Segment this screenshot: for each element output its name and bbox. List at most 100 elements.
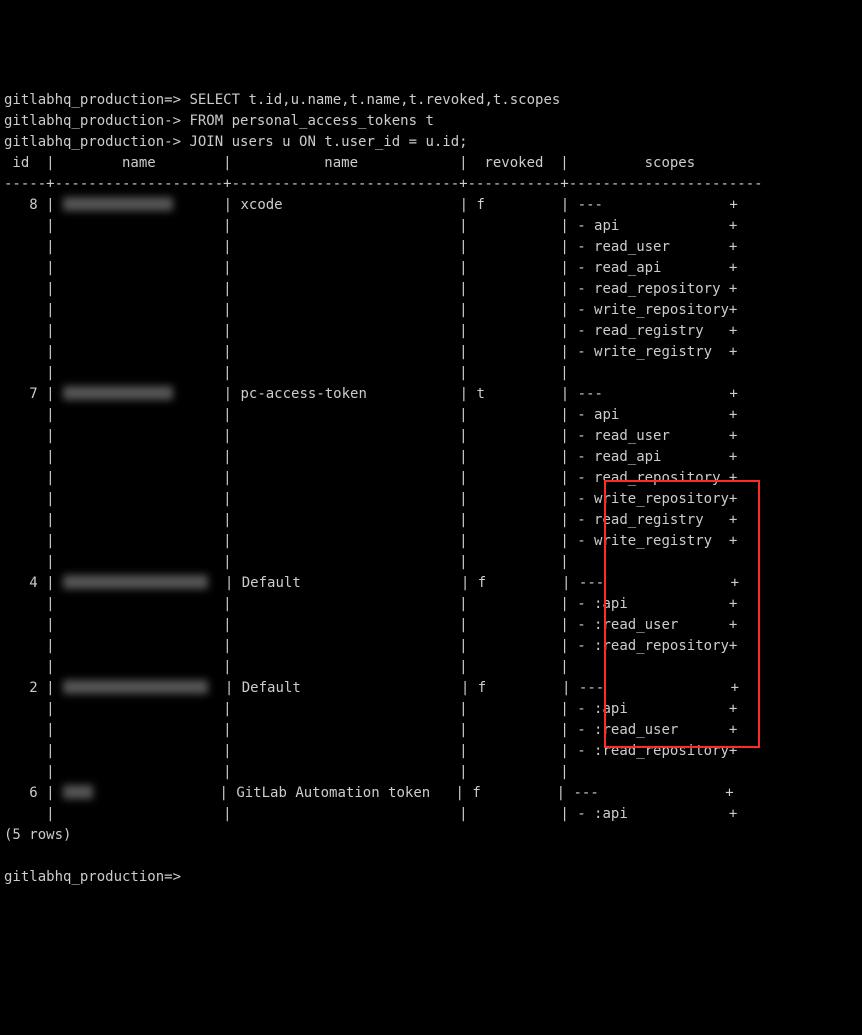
cell-scope: - read_api + (577, 449, 737, 465)
table-divider: -----+--------------------+-------------… (4, 176, 763, 192)
cell-scope: - read_user + (577, 428, 737, 444)
cell-uname (63, 701, 215, 717)
cell-uname (63, 239, 215, 255)
cell-uname (63, 260, 215, 276)
cell-scope: - :read_repository+ (577, 743, 737, 759)
cell-tname (240, 470, 451, 486)
cell-tname: Default (242, 575, 453, 591)
cell-tname (240, 533, 451, 549)
cell-tname: GitLab Automation token (236, 785, 447, 801)
cell-id (4, 323, 38, 339)
cell-tname: xcode (240, 197, 451, 213)
cell-scope: - :api + (577, 701, 737, 717)
cell-id (4, 722, 38, 738)
cell-uname (63, 806, 215, 822)
cell-revoked (476, 428, 552, 444)
cell-id: 2 (4, 680, 38, 696)
cell-uname (63, 512, 215, 528)
cell-scope: --- + (579, 575, 739, 591)
cell-uname: xxxxxx (63, 785, 211, 801)
cell-revoked (476, 470, 552, 486)
cell-scope: - write_repository+ (577, 491, 737, 507)
cell-revoked (476, 218, 552, 234)
cell-scope: - :read_user + (577, 617, 737, 633)
table-row-gap: | | | | (4, 659, 577, 675)
cell-scope: - read_repository + (577, 470, 737, 486)
cell-uname: xxxxxx (63, 680, 216, 696)
cell-tname (240, 512, 451, 528)
cell-id (4, 344, 38, 360)
cell-scope: - read_registry + (577, 323, 737, 339)
cell-revoked (476, 701, 552, 717)
cell-scope: --- + (574, 785, 734, 801)
cell-scope: --- + (579, 680, 739, 696)
cell-revoked (476, 239, 552, 255)
cell-tname (240, 722, 451, 738)
cell-tname (240, 596, 451, 612)
cell-tname (240, 743, 451, 759)
sql-line: JOIN users u ON t.user_id = u.id; (189, 134, 467, 150)
cell-id (4, 302, 38, 318)
cell-id (4, 596, 38, 612)
cell-revoked: f (472, 785, 548, 801)
sql-line: SELECT t.id,u.name,t.name,t.revoked,t.sc… (189, 92, 560, 108)
psql-prompt: gitlabhq_production=> (4, 92, 189, 108)
cell-scope: - :api + (577, 596, 737, 612)
cell-tname (240, 491, 451, 507)
cell-revoked (476, 281, 552, 297)
cell-tname (240, 281, 451, 297)
cell-revoked (476, 323, 552, 339)
cell-revoked (476, 512, 552, 528)
cell-id: 8 (4, 197, 38, 213)
cell-tname: Default (242, 680, 453, 696)
cell-scope: - write_registry + (577, 533, 737, 549)
cell-revoked (476, 491, 552, 507)
cell-tname (240, 638, 451, 654)
cell-revoked (476, 596, 552, 612)
cell-uname (63, 449, 215, 465)
psql-prompt[interactable]: gitlabhq_production=> (4, 869, 189, 885)
cell-uname (63, 491, 215, 507)
cell-revoked: f (478, 680, 554, 696)
cell-revoked (476, 722, 552, 738)
cell-revoked (476, 743, 552, 759)
cell-uname (63, 743, 215, 759)
cell-revoked (476, 638, 552, 654)
cell-uname: xxxxxx (63, 386, 215, 402)
cell-tname: pc-access-token (240, 386, 451, 402)
cell-uname (63, 344, 215, 360)
cell-tname (240, 344, 451, 360)
cell-tname (240, 617, 451, 633)
cell-revoked: f (476, 197, 552, 213)
cell-scope: - :api + (577, 806, 737, 822)
cell-scope: - write_repository+ (577, 302, 737, 318)
cell-tname (240, 407, 451, 423)
cell-uname (63, 281, 215, 297)
cell-id (4, 428, 38, 444)
cell-scope: - read_registry + (577, 512, 737, 528)
cell-uname (63, 533, 215, 549)
cell-revoked (476, 617, 552, 633)
cell-scope: - read_user + (577, 239, 737, 255)
cell-scope: - api + (577, 218, 737, 234)
cell-id (4, 617, 38, 633)
cell-id (4, 512, 38, 528)
cell-uname (63, 323, 215, 339)
cell-id (4, 638, 38, 654)
cell-id: 4 (4, 575, 38, 591)
cell-uname (63, 617, 215, 633)
cell-uname (63, 722, 215, 738)
cell-id (4, 218, 38, 234)
cell-tname (240, 260, 451, 276)
cell-uname (63, 596, 215, 612)
cell-id (4, 407, 38, 423)
cell-scope: --- + (578, 197, 738, 213)
cell-id (4, 806, 38, 822)
sql-line: FROM personal_access_tokens t (189, 113, 433, 129)
cell-revoked (476, 806, 552, 822)
cell-scope: - api + (577, 407, 737, 423)
cell-id: 7 (4, 386, 38, 402)
cell-tname (240, 218, 451, 234)
cell-revoked (476, 533, 552, 549)
cell-revoked (476, 407, 552, 423)
